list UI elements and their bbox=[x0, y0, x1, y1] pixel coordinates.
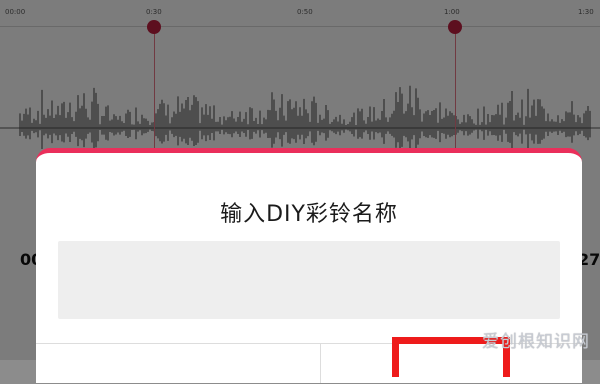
dialog-title: 输入DIY彩铃名称 bbox=[220, 202, 398, 227]
watermark: 爱创根知识网 bbox=[482, 332, 590, 352]
cancel-button[interactable] bbox=[36, 344, 320, 384]
ringtone-name-input[interactable] bbox=[58, 241, 560, 319]
